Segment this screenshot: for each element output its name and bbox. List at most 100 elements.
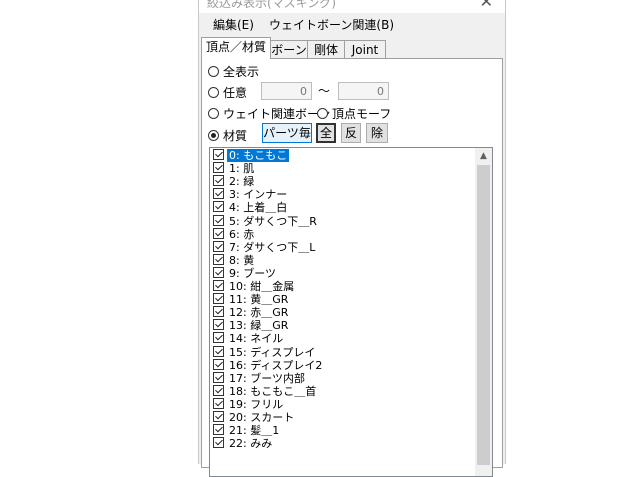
select-all-button[interactable]: 全 — [316, 123, 336, 143]
material-label: 20: スカート — [229, 411, 295, 424]
material-checkbox[interactable] — [213, 149, 224, 160]
material-label: 3: インナー — [229, 188, 288, 202]
material-list-item[interactable]: 6: 赤 — [211, 227, 475, 241]
material-list-item[interactable]: 8: 黄 — [211, 253, 475, 267]
material-label: 11: 黄＿GR — [229, 293, 289, 307]
material-list-item[interactable]: 4: 上着＿白 — [211, 201, 475, 214]
radio-button[interactable] — [208, 108, 219, 119]
material-checkbox[interactable] — [213, 201, 224, 213]
material-checkbox[interactable] — [213, 266, 224, 278]
radio-weight-bone[interactable]: ウェイト関連ボーン — [208, 105, 330, 122]
material-label: 10: 紺＿金属 — [229, 280, 295, 293]
window-title: 絞込み表示(マスキング) — [207, 0, 337, 10]
material-checkbox[interactable] — [213, 240, 224, 252]
radio-show-all[interactable]: 全表示 — [208, 63, 259, 80]
material-label: 19: フリル — [229, 397, 284, 411]
vertical-scrollbar[interactable]: ▲ — [475, 148, 492, 476]
material-checkbox[interactable] — [213, 332, 224, 344]
range-to-input[interactable]: 0 — [338, 82, 389, 100]
material-list-item[interactable]: 2: 緑 — [211, 175, 475, 188]
material-label: 6: 赤 — [229, 227, 255, 241]
chevron-up-icon[interactable]: ▲ — [475, 148, 492, 165]
radio-button[interactable] — [317, 108, 328, 119]
scroll-thumb[interactable] — [477, 165, 490, 465]
material-list-item[interactable]: 14: ネイル — [211, 332, 475, 345]
material-label: 22: みみ — [229, 437, 273, 451]
radio-material[interactable]: 材質 — [208, 127, 247, 144]
range-from-input[interactable]: 0 — [261, 82, 312, 100]
material-list-item[interactable]: 0: もこもこ — [211, 149, 475, 162]
material-label: 0: もこもこ — [227, 149, 290, 162]
per-part-button[interactable]: パーツ毎 — [262, 123, 312, 143]
material-list-item[interactable]: 22: みみ — [211, 437, 475, 450]
material-checkbox[interactable] — [213, 293, 224, 305]
material-list-item[interactable]: 1: 肌 — [211, 162, 475, 175]
material-list-item[interactable]: 12: 赤＿GR — [211, 306, 475, 319]
material-label: 18: もこもこ＿首 — [229, 384, 317, 398]
range-tilde: 〜 — [318, 84, 331, 98]
material-list-item[interactable]: 17: ブーツ内部 — [211, 371, 475, 385]
show-all-label: 全表示 — [223, 65, 260, 79]
tab-vertex-material[interactable]: 頂点／材質 — [201, 37, 271, 59]
material-list-item[interactable]: 13: 緑＿GR — [211, 319, 475, 332]
material-label: 8: 黄 — [229, 253, 255, 267]
material-list-item[interactable]: 7: ダサくつ下＿L — [211, 240, 475, 254]
radio-button-selected[interactable] — [208, 130, 219, 141]
material-list-item[interactable]: 11: 黄＿GR — [211, 293, 475, 306]
material-label: 材質 — [223, 129, 248, 143]
close-icon[interactable]: ✕ — [480, 0, 493, 11]
mask-filter-window: 絞込み表示(マスキング) ✕ 編集(E) ウェイトボーン関連(B) 頂点／材質 … — [198, 0, 506, 477]
material-label: 9: ブーツ — [229, 266, 276, 280]
radio-any[interactable]: 任意 — [208, 84, 247, 101]
material-label: 4: 上着＿白 — [229, 201, 288, 215]
menu-weight-bone[interactable]: ウェイトボーン関連(B) — [269, 16, 394, 33]
material-checkbox[interactable] — [213, 306, 224, 318]
radio-vertex-morph[interactable]: 頂点モーフ — [317, 105, 391, 122]
tab-bone[interactable]: ボーン — [270, 40, 308, 58]
menu-edit[interactable]: 編集(E) — [213, 16, 254, 33]
material-list-item[interactable]: 20: スカート — [211, 411, 475, 424]
material-list-item[interactable]: 21: 髪＿1 — [211, 424, 475, 437]
tab-rigid-body[interactable]: 剛体 — [307, 40, 345, 58]
material-checkbox[interactable] — [213, 280, 224, 291]
material-list-item[interactable]: 5: ダサくつ下＿R — [211, 214, 475, 228]
material-list-item[interactable]: 15: ディスプレイ — [211, 345, 475, 359]
material-label: 17: ブーツ内部 — [229, 371, 305, 385]
material-checkbox[interactable] — [213, 397, 224, 409]
title-bar[interactable]: 絞込み表示(マスキング) ✕ — [199, 0, 505, 13]
material-checkbox[interactable] — [213, 175, 224, 187]
material-label: 2: 緑 — [229, 175, 255, 189]
tab-strip: 頂点／材質 ボーン 剛体 Joint — [199, 37, 505, 59]
invert-button[interactable]: 反 — [341, 123, 361, 143]
remove-button[interactable]: 除 — [366, 123, 388, 143]
material-checkbox[interactable] — [213, 384, 224, 396]
material-label: 5: ダサくつ下＿R — [229, 214, 317, 228]
material-label: 16: ディスプレイ2 — [229, 358, 323, 372]
material-checkbox[interactable] — [213, 424, 224, 436]
material-list-item[interactable]: 19: フリル — [211, 397, 475, 411]
radio-button[interactable] — [208, 87, 219, 98]
material-checkbox[interactable] — [213, 437, 224, 449]
material-list-item[interactable]: 3: インナー — [211, 188, 475, 201]
material-list-item[interactable]: 9: ブーツ — [211, 266, 475, 280]
material-label: 15: ディスプレイ — [229, 345, 316, 359]
material-checkbox[interactable] — [213, 188, 224, 200]
any-label: 任意 — [223, 86, 248, 100]
material-checkbox[interactable] — [213, 253, 224, 265]
material-list-item[interactable]: 16: ディスプレイ2 — [211, 358, 475, 372]
material-checkbox[interactable] — [213, 371, 224, 383]
material-checkbox[interactable] — [213, 319, 224, 331]
tab-joint[interactable]: Joint — [344, 40, 386, 58]
material-list-item[interactable]: 10: 紺＿金属 — [211, 280, 475, 293]
material-checkbox[interactable] — [213, 411, 224, 422]
material-list[interactable]: 0: もこもこ 1: 肌 2: 緑 3: インナー 4: 上着＿白 5: ダサくつ下＿R 6… — [209, 147, 493, 477]
radio-button[interactable] — [208, 66, 219, 77]
material-list-item[interactable]: 18: もこもこ＿首 — [211, 384, 475, 398]
material-checkbox[interactable] — [213, 214, 224, 226]
material-checkbox[interactable] — [213, 162, 224, 174]
material-checkbox[interactable] — [213, 227, 224, 239]
material-label: 21: 髪＿1 — [229, 424, 280, 438]
material-checkbox[interactable] — [213, 358, 224, 370]
material-label: 12: 赤＿GR — [229, 306, 289, 320]
material-checkbox[interactable] — [213, 345, 224, 357]
